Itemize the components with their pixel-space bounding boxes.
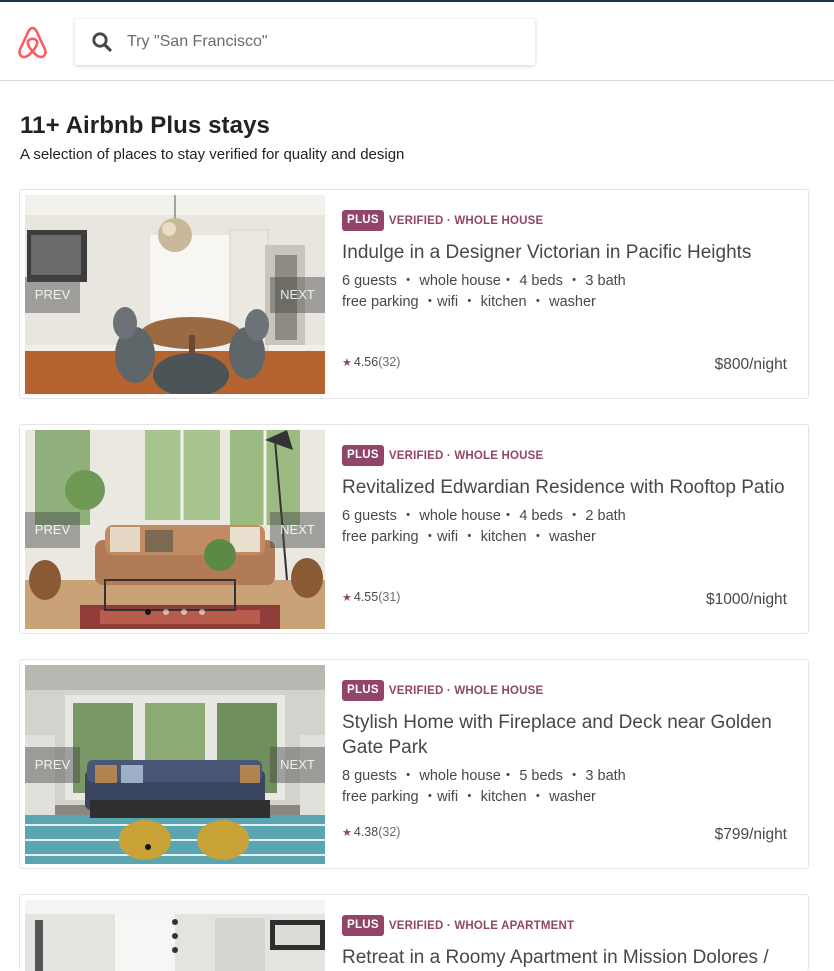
photo-dot[interactable] [163,609,169,615]
header [0,2,834,81]
listing-amenities: free parking ・wifi ・ kitchen ・ washer [342,294,596,310]
search-icon [92,32,112,52]
next-photo-button[interactable]: NEXT [270,512,325,548]
plus-badge: PLUS [342,915,384,936]
listing-photo[interactable] [25,900,325,971]
photo-dot[interactable] [145,844,151,850]
verified-label: VERIFIED · WHOLE HOUSE [388,449,544,462]
rating-value: 4.55 [353,590,379,604]
next-photo-button[interactable]: NEXT [270,747,325,783]
listing-info: PLUS VERIFIED · WHOLE HOUSE Stylish Home… [342,680,797,808]
star-icon: ★ [342,826,352,839]
review-count: (32) [378,355,401,369]
search-bar[interactable] [75,19,535,65]
review-count: (32) [378,825,401,839]
photo-dots [145,844,151,850]
rating-value: 4.56 [353,355,379,369]
verified-label: VERIFIED · WHOLE APARTMENT [388,919,575,932]
listing-photo[interactable]: PREV NEXT [25,195,325,394]
listing-price: $800/night [714,356,787,373]
listing-amenities: free parking ・wifi ・ kitchen ・ washer [342,529,596,545]
apartment-photo [25,900,325,971]
photo-dot[interactable] [199,609,205,615]
prev-photo-button[interactable]: PREV [25,512,80,548]
listing-photo[interactable]: PREV NEXT [25,430,325,629]
star-icon: ★ [342,591,352,604]
listing-amenities: free parking ・wifi ・ kitchen ・ washer [342,789,596,805]
star-icon: ★ [342,356,352,369]
verified-label: VERIFIED · WHOLE HOUSE [388,214,544,227]
listing-info: PLUS VERIFIED · WHOLE HOUSE Indulge in a… [342,210,797,313]
listing-details: 8 guests ・ whole house・ 5 beds ・ 3 bath [342,768,626,784]
next-photo-button[interactable]: NEXT [270,277,325,313]
plus-badge: PLUS [342,445,384,466]
listing-card[interactable]: PLUS VERIFIED · WHOLE APARTMENT Retreat … [19,894,809,971]
listing-tagline: PLUS VERIFIED · WHOLE APARTMENT [342,915,797,936]
photo-dot[interactable] [181,609,187,615]
listing-card[interactable]: PREV NEXT PLUS VERIFIED · WHOLE HOUSE Re… [19,424,809,634]
prev-photo-button[interactable]: PREV [25,277,80,313]
photo-dots [145,609,205,615]
plus-badge: PLUS [342,210,384,231]
listing-details: 6 guests ・ whole house・ 4 beds ・ 2 bath [342,508,626,524]
airbnb-logo[interactable] [15,24,50,62]
listing-details: 6 guests ・ whole house・ 4 beds ・ 3 bath [342,273,626,289]
prev-photo-button[interactable]: PREV [25,747,80,783]
listing-rating: ★ 4.55 (31) [342,590,400,604]
search-input[interactable] [127,27,517,57]
page-subtitle: A selection of places to stay verified f… [20,146,405,163]
listing-title[interactable]: Revitalized Edwardian Residence with Roo… [342,475,797,500]
plus-badge: PLUS [342,680,384,701]
page-title: 11+ Airbnb Plus stays [20,112,270,139]
listing-info: PLUS VERIFIED · WHOLE APARTMENT Retreat … [342,915,797,970]
rating-value: 4.38 [353,825,379,839]
listing-title[interactable]: Indulge in a Designer Victorian in Pacif… [342,240,797,265]
listing-title[interactable]: Retreat in a Roomy Apartment in Mission … [342,945,797,970]
review-count: (31) [378,590,401,604]
verified-label: VERIFIED · WHOLE HOUSE [388,684,544,697]
listing-info: PLUS VERIFIED · WHOLE HOUSE Revitalized … [342,445,797,548]
listing-card[interactable]: PREV NEXT PLUS VERIFIED · WHOLE HOUSE In… [19,189,809,399]
listing-photo[interactable]: PREV NEXT [25,665,325,864]
listing-rating: ★ 4.56 (32) [342,355,400,369]
listing-title[interactable]: Stylish Home with Fireplace and Deck nea… [342,710,797,760]
listing-rating: ★ 4.38 (32) [342,825,400,839]
listing-tagline: PLUS VERIFIED · WHOLE HOUSE [342,680,797,701]
listing-price: $1000/night [705,591,787,608]
listing-card[interactable]: PREV NEXT PLUS VERIFIED · WHOLE HOUSE St… [19,659,809,869]
photo-dot[interactable] [145,609,151,615]
listing-price: $799/night [714,826,787,843]
listing-tagline: PLUS VERIFIED · WHOLE HOUSE [342,210,797,231]
listing-tagline: PLUS VERIFIED · WHOLE HOUSE [342,445,797,466]
